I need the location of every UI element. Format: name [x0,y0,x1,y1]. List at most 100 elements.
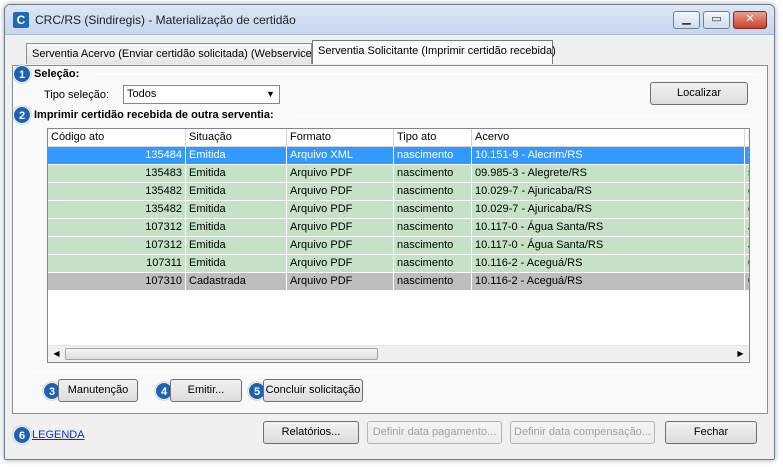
legenda-link[interactable]: LEGENDA [32,429,85,441]
definir-pagamento-label: Definir data pagamento... [372,426,497,438]
cell-n: J [745,219,749,237]
definir-data-pagamento-button[interactable]: Definir data pagamento... [367,421,502,444]
minimize-button[interactable]: ▁ [673,11,700,29]
cell-tipo-ato: nascimento [394,165,472,183]
cell-situacao: Emitida [186,165,287,183]
table-row[interactable]: 135483 Emitida Arquivo PDF nascimento 09.985… [48,165,749,183]
scroll-left-icon[interactable]: ◀ [48,346,65,362]
title-bar[interactable]: C CRC/RS (Sindiregis) - Materialização d… [5,5,774,35]
cell-tipo-ato: nascimento [394,219,472,237]
scroll-thumb[interactable] [65,348,378,360]
scroll-right-icon[interactable]: ▶ [732,346,749,362]
table-row[interactable]: 107311 Emitida Arquivo PDF nascimento 10.116… [48,255,749,273]
chevron-down-icon: ▼ [266,89,275,99]
definir-compensacao-label: Definir data compensação... [514,426,651,438]
horizontal-scrollbar[interactable]: ◀ ▶ [48,345,749,362]
cell-codigo: 135483 [48,165,186,183]
concluir-solicitacao-button[interactable]: Concluir solicitação [263,379,363,402]
table-row[interactable]: 107312 Emitida Arquivo PDF nascimento 10.117… [48,219,749,237]
callout-badge-2: 2 [13,106,31,124]
actions-divider [28,371,756,372]
col-header-situacao[interactable]: Situação [186,129,287,147]
cell-n: s [745,165,749,183]
cell-formato: Arquivo PDF [287,273,394,291]
localizar-label: Localizar [676,87,722,99]
maximize-button[interactable]: ▭ [703,11,730,29]
cell-acervo: 10.151-9 - Alecrim/RS [472,147,745,165]
table-row[interactable]: 135482 Emitida Arquivo PDF nascimento 10.029… [48,183,749,201]
cell-situacao: Emitida [186,237,287,255]
col-header-tipo-ato[interactable]: Tipo ato [394,129,472,147]
cell-n: 0 [745,273,749,291]
cell-situacao: Cadastrada [186,273,287,291]
cell-situacao: Emitida [186,255,287,273]
cell-codigo: 135482 [48,201,186,219]
cell-acervo: 10.029-7 - Ajuricaba/RS [472,201,745,219]
close-button[interactable]: ✕ [733,11,767,29]
cell-n: 2 [745,147,749,165]
table-row[interactable]: 107310 Cadastrada Arquivo PDF nascimento 10.… [48,273,749,291]
cell-situacao: Emitida [186,183,287,201]
selecao-heading: Seleção: [34,68,80,80]
tab-serventia-acervo-label: Serventia Acervo (Enviar certidão solici… [32,48,316,60]
cell-formato: Arquivo PDF [287,183,394,201]
cell-formato: Arquivo PDF [287,201,394,219]
cell-codigo: 107312 [48,219,186,237]
col-header-formato[interactable]: Formato [287,129,394,147]
cell-situacao: Emitida [186,219,287,237]
manutencao-button[interactable]: Manutenção [58,379,138,402]
cell-acervo: 10.116-2 - Aceguá/RS [472,255,745,273]
tab-serventia-solicitante[interactable]: Serventia Solicitante (Imprimir certidão… [312,40,556,64]
cell-formato: Arquivo PDF [287,165,394,183]
cell-situacao: Emitida [186,147,287,165]
cell-codigo: 107311 [48,255,186,273]
emitir-button[interactable]: Emitir... [170,379,242,402]
cell-formato: Arquivo PDF [287,219,394,237]
definir-data-compensacao-button[interactable]: Definir data compensação... [510,421,655,444]
cell-tipo-ato: nascimento [394,201,472,219]
app-icon: C [13,12,29,28]
callout-badge-6: 6 [13,426,31,444]
cell-formato: Arquivo XML [287,147,394,165]
manutencao-label: Manutenção [67,384,129,396]
cell-codigo: 107310 [48,273,186,291]
cell-acervo: 10.029-7 - Ajuricaba/RS [472,183,745,201]
cell-codigo: 135484 [48,147,186,165]
cell-acervo: 09.985-3 - Alegrete/RS [472,165,745,183]
selecao-divider [93,74,757,75]
table-header: Código ato Situação Formato Tipo ato Ace… [48,129,749,147]
cell-codigo: 107312 [48,237,186,255]
emitir-label: Emitir... [187,384,225,396]
relatorios-button[interactable]: Relatórios... [263,421,359,444]
tipo-selecao-select[interactable]: Todos ▼ [123,85,280,104]
cell-tipo-ato: nascimento [394,237,472,255]
fechar-label: Fechar [693,426,729,438]
cell-formato: Arquivo PDF [287,255,394,273]
tab-serventia-acervo[interactable]: Serventia Acervo (Enviar certidão solici… [26,43,316,64]
main-window: C CRC/RS (Sindiregis) - Materialização d… [4,4,775,460]
table-row[interactable]: 107312 Emitida Arquivo PDF nascimento 10.117… [48,237,749,255]
cell-n: J [745,237,749,255]
cell-acervo: 10.117-0 - Água Santa/RS [472,219,745,237]
cell-tipo-ato: nascimento [394,255,472,273]
cell-acervo: 10.117-0 - Água Santa/RS [472,237,745,255]
tipo-selecao-label: Tipo seleção: [44,89,110,101]
cell-tipo-ato: nascimento [394,273,472,291]
tipo-selecao-value: Todos [127,88,157,100]
certidoes-table: Código ato Situação Formato Tipo ato Ace… [47,128,750,363]
cell-acervo: 10.116-2 - Aceguá/RS [472,273,745,291]
fechar-button[interactable]: Fechar [665,421,757,444]
col-header-n[interactable]: N [745,129,749,147]
table-row[interactable]: 135484 Emitida Arquivo XML nascimento 10.151… [48,147,749,165]
cell-situacao: Emitida [186,201,287,219]
col-header-codigo[interactable]: Código ato [48,129,186,147]
imprimir-heading: Imprimir certidão recebida de outra serv… [34,109,274,121]
cell-n: 0 [745,255,749,273]
col-header-acervo[interactable]: Acervo [472,129,745,147]
cell-tipo-ato: nascimento [394,183,472,201]
concluir-label: Concluir solicitação [265,384,361,396]
table-row[interactable]: 135482 Emitida Arquivo PDF nascimento 10.029… [48,201,749,219]
relatorios-label: Relatórios... [281,426,341,438]
cell-n: e [745,201,749,219]
localizar-button[interactable]: Localizar [650,82,748,105]
